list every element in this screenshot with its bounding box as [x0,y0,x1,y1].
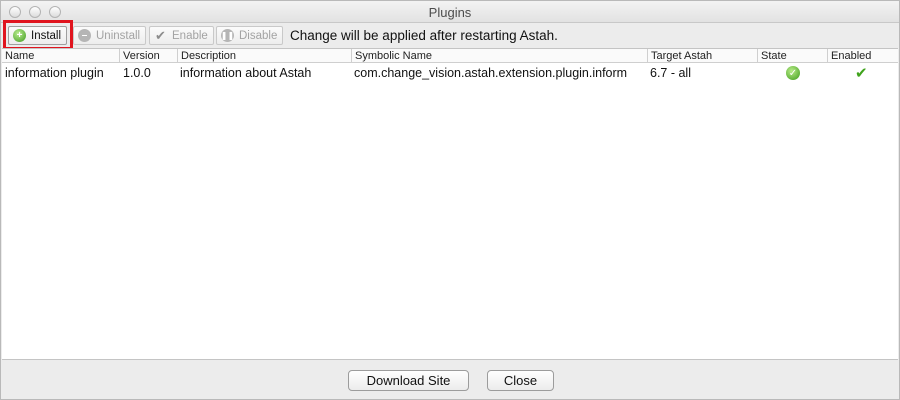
table-row[interactable]: information plugin 1.0.0 information abo… [2,64,898,82]
column-header-enabled[interactable]: Enabled [828,49,898,63]
enable-label: Enable [172,29,208,42]
cell-version: 1.0.0 [123,66,151,80]
toolbar: + Install – Uninstall ✔ Enable ❚❚ Disabl… [1,23,899,48]
column-header-version[interactable]: Version [120,49,178,63]
download-site-button[interactable]: Download Site [348,370,469,391]
window-title: Plugins [428,5,472,20]
checkmark-icon: ✔ [155,28,166,43]
green-check-circle-icon: ✓ [786,66,800,80]
install-highlight-box [3,20,73,50]
table-header: Name Version Description Symbolic Name T… [2,49,898,63]
column-header-description[interactable]: Description [178,49,352,63]
uninstall-button[interactable]: – Uninstall [73,26,147,45]
column-header-name[interactable]: Name [2,49,120,63]
column-header-symbolic-name[interactable]: Symbolic Name [352,49,648,63]
plugins-table: Name Version Description Symbolic Name T… [2,48,898,360]
column-header-target-astah[interactable]: Target Astah [648,49,758,63]
restart-notice: Change will be applied after restarting … [290,28,558,43]
uninstall-label: Uninstall [96,29,141,42]
title-bar: Plugins [1,1,899,23]
enable-button[interactable]: ✔ Enable [149,26,214,45]
cell-name: information plugin [5,66,104,80]
cell-target-astah: 6.7 - all [650,66,691,80]
minus-circle-icon: – [78,29,91,42]
column-header-state[interactable]: State [758,49,828,63]
green-checkmark-icon: ✔ [855,65,868,82]
disable-button[interactable]: ❚❚ Disable [216,26,284,45]
plugins-window: Plugins + Install – Uninstall ✔ Enable ❚… [0,0,900,400]
pause-circle-icon: ❚❚ [221,29,234,42]
close-button[interactable]: Close [487,370,554,391]
cell-symbolic-name: com.change_vision.astah.extension.plugin… [354,66,628,80]
disable-label: Disable [239,29,278,42]
cell-description: information about Astah [180,66,312,80]
